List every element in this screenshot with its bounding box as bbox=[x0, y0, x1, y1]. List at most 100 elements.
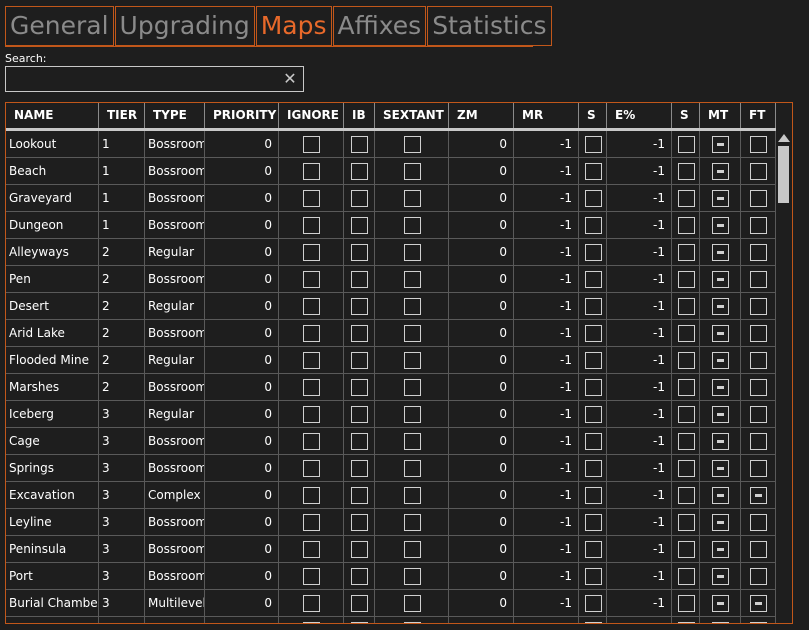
e-percent-cell[interactable]: -1 bbox=[607, 590, 672, 617]
name-cell[interactable]: Lookout bbox=[6, 131, 99, 158]
search-input[interactable] bbox=[6, 67, 276, 91]
column-header-s2[interactable]: S bbox=[672, 103, 700, 128]
e-percent-cell[interactable]: -1 bbox=[607, 131, 672, 158]
s2-checkbox[interactable] bbox=[678, 487, 695, 504]
tier-cell[interactable]: 2 bbox=[99, 347, 145, 374]
tab-affixes[interactable]: Affixes bbox=[332, 6, 427, 46]
priority-cell[interactable]: 0 bbox=[205, 428, 279, 455]
zm-cell[interactable]: 0 bbox=[449, 536, 514, 563]
ft-checkbox[interactable] bbox=[750, 298, 767, 315]
ignore-checkbox[interactable] bbox=[303, 622, 320, 623]
e-percent-cell[interactable]: -1 bbox=[607, 455, 672, 482]
s2-checkbox[interactable] bbox=[678, 217, 695, 234]
e-percent-cell[interactable]: -1 bbox=[607, 320, 672, 347]
tier-cell[interactable]: 3 bbox=[99, 509, 145, 536]
s1-checkbox[interactable] bbox=[585, 163, 602, 180]
name-cell[interactable]: Burial Chambers bbox=[6, 590, 99, 617]
column-header-mt[interactable]: MT bbox=[700, 103, 741, 128]
sextant-checkbox[interactable] bbox=[404, 406, 421, 423]
name-cell[interactable]: Peninsula bbox=[6, 536, 99, 563]
e-percent-cell[interactable]: -1 bbox=[607, 212, 672, 239]
type-cell[interactable]: Bossroom bbox=[145, 185, 205, 212]
priority-cell[interactable]: 0 bbox=[205, 347, 279, 374]
e-percent-cell[interactable]: -1 bbox=[607, 563, 672, 590]
mt-checkbox[interactable] bbox=[712, 568, 729, 585]
s2-checkbox[interactable] bbox=[678, 622, 695, 623]
mr-cell[interactable]: -1 bbox=[514, 536, 579, 563]
tier-cell[interactable]: 3 bbox=[99, 482, 145, 509]
name-cell[interactable]: Alleyways bbox=[6, 239, 99, 266]
table-row[interactable]: 00-1-1 bbox=[6, 617, 776, 623]
sextant-checkbox[interactable] bbox=[404, 433, 421, 450]
sextant-checkbox[interactable] bbox=[404, 514, 421, 531]
e-percent-cell[interactable]: -1 bbox=[607, 293, 672, 320]
mr-cell[interactable]: -1 bbox=[514, 428, 579, 455]
tier-cell[interactable]: 3 bbox=[99, 455, 145, 482]
type-cell[interactable]: Bossroom bbox=[145, 374, 205, 401]
scroll-thumb[interactable] bbox=[778, 146, 789, 203]
tier-cell[interactable]: 2 bbox=[99, 374, 145, 401]
ft-checkbox[interactable] bbox=[750, 622, 767, 623]
table-row[interactable]: Port 3 Bossroom 0 0 -1 -1 bbox=[6, 563, 776, 590]
priority-cell[interactable]: 0 bbox=[205, 536, 279, 563]
table-row[interactable]: Lookout 1 Bossroom 0 0 -1 -1 bbox=[6, 131, 776, 158]
e-percent-cell[interactable]: -1 bbox=[607, 509, 672, 536]
ignore-checkbox[interactable] bbox=[303, 487, 320, 504]
mt-checkbox[interactable] bbox=[712, 406, 729, 423]
ignore-checkbox[interactable] bbox=[303, 298, 320, 315]
priority-cell[interactable]: 0 bbox=[205, 185, 279, 212]
ignore-checkbox[interactable] bbox=[303, 379, 320, 396]
type-cell[interactable]: Bossroom bbox=[145, 536, 205, 563]
zm-cell[interactable]: 0 bbox=[449, 482, 514, 509]
vertical-scrollbar[interactable] bbox=[776, 131, 792, 623]
mt-checkbox[interactable] bbox=[712, 487, 729, 504]
e-percent-cell[interactable]: -1 bbox=[607, 239, 672, 266]
s1-checkbox[interactable] bbox=[585, 406, 602, 423]
mr-cell[interactable]: -1 bbox=[514, 239, 579, 266]
mt-checkbox[interactable] bbox=[712, 541, 729, 558]
s1-checkbox[interactable] bbox=[585, 298, 602, 315]
mt-checkbox[interactable] bbox=[712, 622, 729, 623]
type-cell[interactable]: Regular bbox=[145, 293, 205, 320]
tab-maps[interactable]: Maps bbox=[255, 6, 332, 46]
ignore-checkbox[interactable] bbox=[303, 595, 320, 612]
name-cell[interactable] bbox=[6, 617, 99, 623]
ft-checkbox[interactable] bbox=[750, 460, 767, 477]
mt-checkbox[interactable] bbox=[712, 217, 729, 234]
mt-checkbox[interactable] bbox=[712, 190, 729, 207]
s2-checkbox[interactable] bbox=[678, 460, 695, 477]
ib-checkbox[interactable] bbox=[351, 433, 368, 450]
ft-checkbox[interactable] bbox=[750, 568, 767, 585]
e-percent-cell[interactable]: -1 bbox=[607, 428, 672, 455]
zm-cell[interactable]: 0 bbox=[449, 617, 514, 623]
sextant-checkbox[interactable] bbox=[404, 541, 421, 558]
mr-cell[interactable]: -1 bbox=[514, 401, 579, 428]
ft-checkbox[interactable] bbox=[750, 595, 767, 612]
ib-checkbox[interactable] bbox=[351, 460, 368, 477]
e-percent-cell[interactable]: -1 bbox=[607, 536, 672, 563]
ib-checkbox[interactable] bbox=[351, 163, 368, 180]
s2-checkbox[interactable] bbox=[678, 541, 695, 558]
name-cell[interactable]: Arid Lake bbox=[6, 320, 99, 347]
e-percent-cell[interactable]: -1 bbox=[607, 401, 672, 428]
s1-checkbox[interactable] bbox=[585, 514, 602, 531]
s2-checkbox[interactable] bbox=[678, 514, 695, 531]
name-cell[interactable]: Excavation bbox=[6, 482, 99, 509]
priority-cell[interactable]: 0 bbox=[205, 293, 279, 320]
type-cell[interactable]: Regular bbox=[145, 239, 205, 266]
name-cell[interactable]: Marshes bbox=[6, 374, 99, 401]
ft-checkbox[interactable] bbox=[750, 190, 767, 207]
mt-checkbox[interactable] bbox=[712, 379, 729, 396]
ib-checkbox[interactable] bbox=[351, 487, 368, 504]
sextant-checkbox[interactable] bbox=[404, 379, 421, 396]
priority-cell[interactable]: 0 bbox=[205, 482, 279, 509]
s1-checkbox[interactable] bbox=[585, 244, 602, 261]
mt-checkbox[interactable] bbox=[712, 595, 729, 612]
s1-checkbox[interactable] bbox=[585, 487, 602, 504]
tier-cell[interactable]: 3 bbox=[99, 590, 145, 617]
ft-checkbox[interactable] bbox=[750, 271, 767, 288]
table-row[interactable]: Cage 3 Bossroom 0 0 -1 -1 bbox=[6, 428, 776, 455]
ib-checkbox[interactable] bbox=[351, 217, 368, 234]
column-header-tier[interactable]: TIER bbox=[99, 103, 145, 128]
mt-checkbox[interactable] bbox=[712, 514, 729, 531]
